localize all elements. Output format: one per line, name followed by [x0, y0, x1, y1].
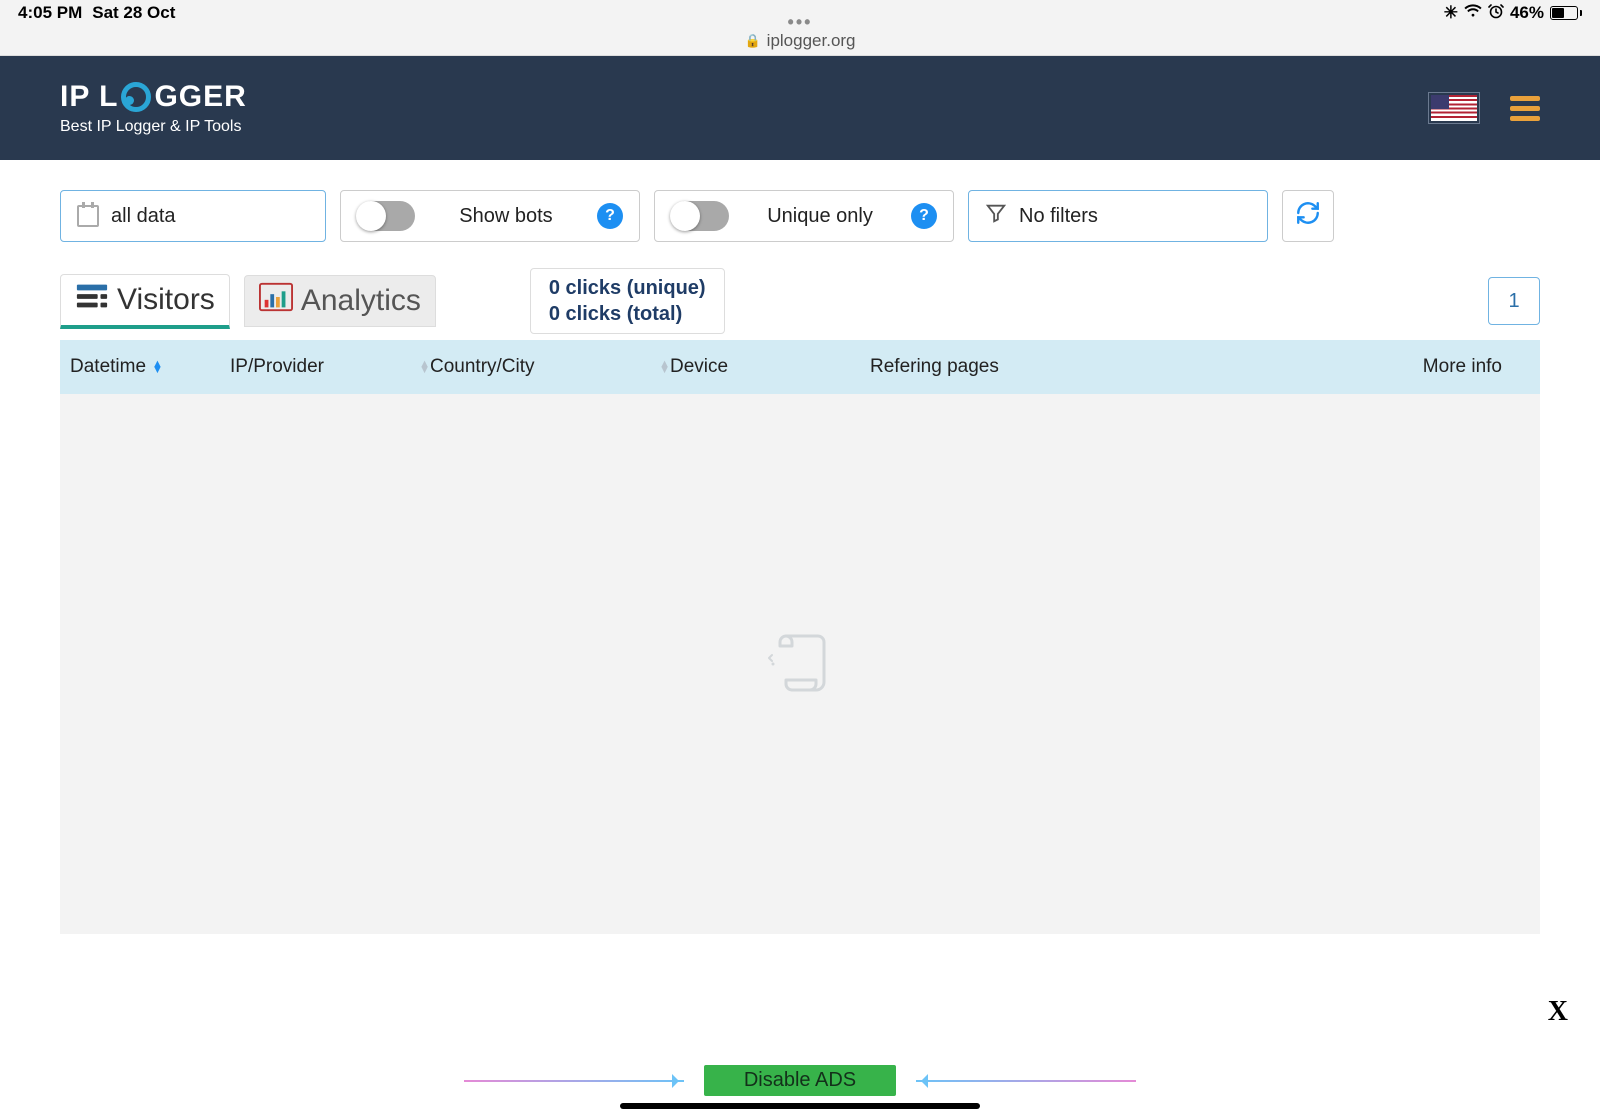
logo-o-icon	[121, 82, 151, 112]
tab-analytics-label: Analytics	[301, 284, 421, 318]
show-bots-toggle[interactable]: Show bots ?	[340, 190, 640, 242]
status-date: Sat 28 Oct	[92, 3, 175, 23]
clicks-total: 0 clicks (total)	[549, 301, 706, 327]
visitors-icon	[75, 281, 109, 319]
col-country-label: Country/City	[430, 356, 535, 378]
home-indicator[interactable]	[620, 1103, 980, 1109]
multitask-dots-icon[interactable]: •••	[788, 12, 813, 33]
sort-icon: ▲▼	[659, 361, 670, 373]
logo-text-post: GGER	[154, 80, 246, 114]
date-filter[interactable]: all data	[60, 190, 326, 242]
page-number-label: 1	[1508, 290, 1519, 313]
col-datetime[interactable]: Datetime ▲▼	[70, 356, 230, 378]
col-device-label: Device	[670, 356, 728, 378]
logo-text-pre: IP L	[60, 80, 118, 114]
refresh-button[interactable]	[1282, 190, 1334, 242]
tab-visitors[interactable]: Visitors	[60, 274, 230, 329]
table-body-empty	[60, 394, 1540, 934]
us-flag-icon	[1431, 95, 1477, 121]
help-icon[interactable]: ?	[597, 203, 623, 229]
date-filter-label: all data	[111, 205, 176, 228]
sort-icon: ▲▼	[419, 361, 430, 373]
battery-percent: 46%	[1510, 3, 1544, 23]
unique-only-toggle[interactable]: Unique only ?	[654, 190, 954, 242]
col-ip[interactable]: IP/Provider ▲▼	[230, 356, 430, 378]
arrow-right-icon	[464, 1080, 684, 1082]
col-device[interactable]: Device	[670, 356, 870, 378]
page-number-top[interactable]: 1	[1488, 277, 1540, 325]
tab-analytics[interactable]: Analytics	[244, 275, 436, 327]
tabs-row: Visitors Analytics 0 clicks (unique) 0 c…	[60, 268, 1540, 334]
hamburger-icon	[1510, 96, 1540, 101]
col-more-info[interactable]: More info	[1423, 356, 1530, 378]
help-icon[interactable]: ?	[911, 203, 937, 229]
site-header: IP L GGER Best IP Logger & IP Tools	[0, 56, 1600, 160]
filters-label: No filters	[1019, 205, 1098, 228]
site-logo[interactable]: IP L GGER Best IP Logger & IP Tools	[60, 80, 247, 136]
toggle-icon	[671, 201, 729, 231]
disable-ads-button[interactable]: Disable ADS	[704, 1065, 896, 1096]
col-more-info-label: More info	[1423, 356, 1502, 378]
menu-button[interactable]	[1510, 96, 1540, 121]
col-datetime-label: Datetime	[70, 356, 146, 378]
status-time: 4:05 PM	[18, 3, 82, 23]
ios-status-bar: 4:05 PM Sat 28 Oct ••• ✳︎ 46%	[0, 0, 1600, 26]
show-bots-label: Show bots	[427, 205, 585, 228]
clicks-unique: 0 clicks (unique)	[549, 275, 706, 301]
empty-scroll-icon	[760, 622, 840, 707]
sort-icon: ▲▼	[152, 361, 163, 373]
close-ad-button[interactable]: X	[1548, 996, 1568, 1028]
col-refering-label: Refering pages	[870, 356, 999, 378]
site-tagline: Best IP Logger & IP Tools	[60, 118, 247, 136]
disable-ads-label: Disable ADS	[744, 1069, 856, 1091]
lock-icon: 🔒	[744, 33, 760, 49]
table-header: Datetime ▲▼ IP/Provider ▲▼ Country/City …	[60, 340, 1540, 394]
clicks-summary: 0 clicks (unique) 0 clicks (total)	[530, 268, 725, 334]
refresh-icon	[1295, 200, 1321, 232]
unique-only-label: Unique only	[741, 205, 899, 228]
calendar-icon	[77, 205, 99, 227]
funnel-icon	[985, 202, 1007, 230]
battery-icon	[1550, 6, 1582, 20]
col-ip-label: IP/Provider	[230, 356, 324, 378]
filters-button[interactable]: No filters	[968, 190, 1268, 242]
alarm-icon	[1488, 3, 1504, 24]
arrow-left-icon	[916, 1080, 1136, 1082]
analytics-icon	[259, 282, 293, 320]
disable-ads-row: Disable ADS	[0, 1065, 1600, 1096]
wifi-icon	[1464, 3, 1482, 23]
col-country[interactable]: Country/City ▲▼	[430, 356, 670, 378]
col-refering[interactable]: Refering pages	[870, 356, 1250, 378]
url-text: iplogger.org	[767, 31, 856, 51]
tab-visitors-label: Visitors	[117, 283, 215, 317]
language-flag-button[interactable]	[1428, 92, 1480, 124]
toggle-icon	[357, 201, 415, 231]
filters-row: all data Show bots ? Unique only ? No fi…	[60, 190, 1540, 242]
loading-icon: ✳︎	[1444, 3, 1458, 23]
